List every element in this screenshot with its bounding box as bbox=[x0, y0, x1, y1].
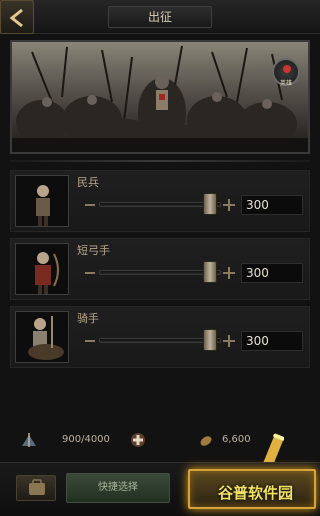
decrease-button[interactable] bbox=[85, 204, 95, 206]
bag-icon bbox=[29, 479, 45, 495]
archer-icon bbox=[35, 252, 59, 294]
hero-badge[interactable]: 英雄 bbox=[272, 58, 300, 87]
watermark-logo: 谷普软件园 bbox=[218, 484, 294, 502]
rider-icon bbox=[28, 316, 64, 360]
troop-row-rider: 骑手 300 bbox=[10, 306, 310, 368]
hero-badge-label: 英雄 bbox=[279, 80, 292, 87]
quantity-slider-thumb[interactable] bbox=[203, 261, 217, 283]
rider-portrait bbox=[15, 311, 69, 363]
archer-portrait bbox=[15, 243, 69, 295]
decrease-button[interactable] bbox=[85, 340, 95, 342]
militia-portrait bbox=[15, 175, 69, 227]
troops-icon bbox=[22, 433, 36, 447]
page-title: 出征 bbox=[108, 6, 212, 28]
back-arrow-icon bbox=[9, 8, 23, 28]
increase-button-vertical[interactable] bbox=[228, 267, 230, 279]
battle-banner-image: 英雄 bbox=[10, 40, 310, 154]
quantity-input[interactable]: 300 bbox=[241, 331, 303, 351]
troop-row-militia: 民兵 300 bbox=[10, 170, 310, 232]
quantity-slider-thumb[interactable] bbox=[203, 329, 217, 351]
troop-name: 骑手 bbox=[77, 312, 99, 325]
inventory-button[interactable] bbox=[16, 475, 56, 501]
title-bar: 出征 bbox=[0, 0, 320, 34]
medical-cross-icon bbox=[131, 433, 145, 447]
troop-name: 民兵 bbox=[77, 176, 99, 189]
quantity-slider-thumb[interactable] bbox=[203, 193, 217, 215]
badge-emblem-icon bbox=[283, 65, 291, 73]
quantity-input[interactable]: 300 bbox=[241, 263, 303, 283]
food-cost: 6,600 bbox=[222, 434, 251, 445]
increase-button-vertical[interactable] bbox=[228, 199, 230, 211]
increase-button-vertical[interactable] bbox=[228, 335, 230, 347]
back-button[interactable] bbox=[0, 0, 34, 34]
troop-row-archer: 短弓手 300 bbox=[10, 238, 310, 300]
soldier-icon bbox=[36, 185, 50, 226]
quantity-input[interactable]: 300 bbox=[241, 195, 303, 215]
troop-capacity: 900/4000 bbox=[62, 434, 110, 445]
quick-select-button[interactable]: 快捷选择 bbox=[66, 473, 170, 503]
divider bbox=[10, 160, 310, 162]
troop-name: 短弓手 bbox=[77, 244, 110, 257]
decrease-button[interactable] bbox=[85, 272, 95, 274]
food-icon bbox=[200, 436, 212, 446]
